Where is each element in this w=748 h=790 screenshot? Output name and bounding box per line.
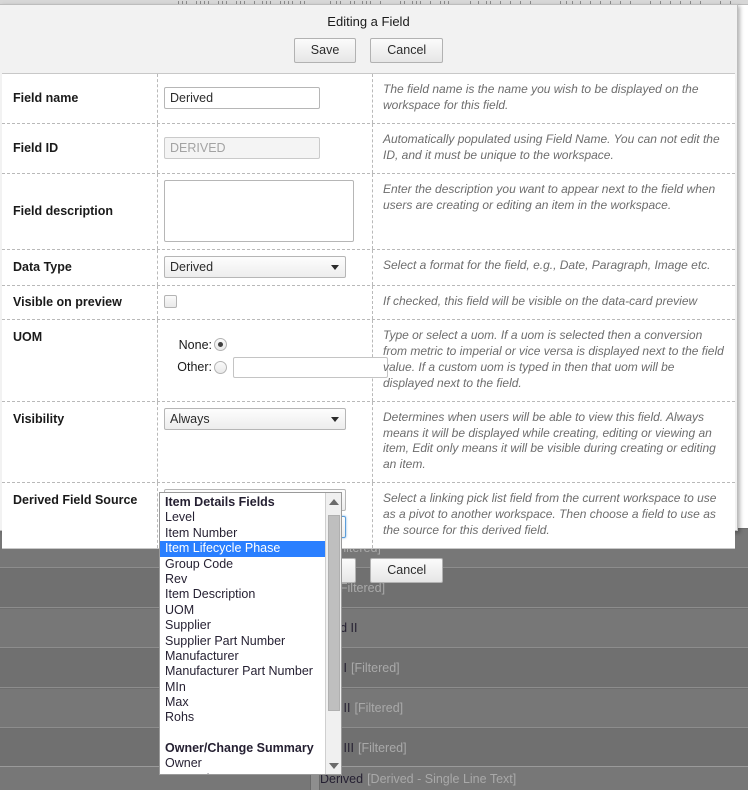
editing-a-field-dialog: Editing a Field Save Cancel Field name T… [0, 4, 738, 584]
data-type-select-wrapper: Derived [164, 255, 346, 278]
input-cell-visible-on-preview [158, 285, 373, 319]
dropdown-option[interactable]: Group Code [160, 557, 326, 572]
uom-none-radio[interactable] [214, 338, 227, 352]
row-derived-field-source: Derived Field Source Picklist Derived It… [2, 483, 735, 549]
derived-source-dropdown-popup[interactable]: Item Details Fields Level Item Number Item … [159, 492, 342, 775]
input-cell-data-type: Derived [158, 249, 373, 285]
dropdown-option[interactable]: Level [160, 510, 326, 525]
row-visibility: Visibility Always Determines when users … [2, 401, 735, 484]
scroll-up-arrow-icon[interactable] [326, 493, 341, 510]
input-cell-uom: None: Other: [158, 319, 388, 401]
field-id-input [164, 136, 320, 159]
dialog-title: Editing a Field [327, 14, 410, 29]
uom-other-line: Other: [164, 356, 388, 378]
uom-radio-group: None: Other: [164, 338, 388, 383]
save-button-top[interactable]: Save [293, 38, 357, 63]
background-row-meta: [Filtered] [354, 701, 404, 715]
uom-other-radio[interactable] [214, 360, 227, 374]
row-field-description: Field description Enter the description … [2, 173, 735, 250]
dropdown-option[interactable]: Supplier [160, 618, 326, 633]
background-list-row[interactable]: red II[Filtered] [0, 688, 748, 728]
input-cell-visibility: Always [158, 401, 373, 483]
dropdown-option[interactable]: Owner [160, 756, 326, 771]
help-field-description: Enter the description you want to appear… [383, 181, 716, 212]
dropdown-option-list[interactable]: Item Details Fields Level Item Number Item … [160, 493, 326, 774]
dialog-actions-top: Save Cancel [0, 29, 737, 73]
dropdown-option[interactable]: Manufacturer Part Number [160, 664, 326, 679]
visible-on-preview-checkbox[interactable] [164, 295, 177, 309]
dropdown-group-header: Owner/Change Summary [165, 740, 314, 755]
help-derived-field-source: Select a linking pick list field from th… [383, 491, 717, 538]
background-list-row[interactable]: ered II [0, 608, 748, 648]
background-list-row[interactable]: red I[Filtered] [0, 648, 748, 688]
background-row-meta: [Filtered] [351, 661, 400, 675]
help-uom: Type or select a uom. If a uom is select… [383, 327, 724, 390]
label-derived-field-source: Derived Field Source [2, 483, 158, 549]
uom-other-input[interactable] [233, 356, 388, 378]
label-field-id: Field ID [2, 123, 158, 173]
triangle-up-icon [329, 498, 339, 505]
background-row-meta: [Filtered] [357, 741, 407, 755]
label-data-type: Data Type [2, 249, 158, 285]
field-settings-table: Field name The field name is the name yo… [2, 73, 735, 550]
label-uom: UOM [2, 319, 158, 401]
dropdown-option[interactable]: Created on [160, 772, 326, 774]
dropdown-option[interactable]: Max [160, 695, 326, 710]
uom-none-label: None: [178, 337, 212, 352]
background-list-row[interactable]: red III[Filtered] [0, 728, 748, 766]
dropdown-group-header: Item Details Fields [165, 495, 275, 509]
uom-none-line: None: [164, 338, 388, 352]
help-field-id: Automatically populated using Field Name… [383, 131, 720, 162]
dropdown-scrollbar[interactable] [325, 493, 341, 774]
cancel-button-bottom[interactable]: Cancel [370, 558, 444, 584]
visibility-select[interactable]: Always [164, 407, 346, 430]
background-last-row[interactable]: Derived [Derived - Single Line Text] [0, 766, 748, 790]
dropdown-option[interactable]: Rohs [160, 710, 326, 725]
field-description-textarea[interactable] [164, 179, 354, 242]
input-cell-field-name [158, 74, 373, 123]
data-type-select[interactable]: Derived [164, 255, 346, 278]
dropdown-option[interactable]: UOM [160, 603, 326, 618]
dropdown-option[interactable]: Supplier Part Number [160, 634, 326, 649]
help-data-type: Select a format for the field, e.g., Dat… [383, 257, 711, 272]
dropdown-scrollbar-thumb[interactable] [328, 515, 340, 711]
help-field-name: The field name is the name you wish to b… [383, 82, 699, 112]
field-name-input[interactable] [164, 86, 320, 109]
dropdown-option[interactable]: Item Description [160, 587, 326, 602]
cancel-button-top[interactable]: Cancel [370, 38, 444, 63]
row-field-id: Field ID Automatically populated using F… [2, 123, 735, 174]
dropdown-option[interactable]: Rev [160, 572, 326, 587]
dropdown-option[interactable]: MIn [160, 680, 326, 695]
label-field-description: Field description [2, 173, 158, 249]
input-cell-field-id [158, 123, 373, 173]
help-visible-on-preview: If checked, this field will be visible o… [383, 293, 698, 308]
help-visibility: Determines when users will be able to vi… [383, 409, 716, 472]
dropdown-option[interactable]: Item Lifecycle Phase [160, 541, 326, 557]
row-visible-on-preview: Visible on preview If checked, this fiel… [2, 285, 735, 320]
page-root: y[Filtered]M[Filtered]ered IIred I[Filte… [0, 0, 748, 790]
dropdown-spacer [160, 726, 326, 741]
dropdown-option[interactable]: Manufacturer [160, 649, 326, 664]
dialog-actions-bottom: Save Cancel [0, 549, 737, 584]
background-row-meta: [Derived - Single Line Text] [367, 771, 517, 786]
label-field-name: Field name [2, 74, 158, 123]
scroll-down-arrow-icon[interactable] [326, 757, 341, 774]
label-visibility: Visibility [2, 401, 158, 483]
input-cell-field-description [158, 173, 373, 249]
label-visible-on-preview: Visible on preview [2, 285, 158, 319]
row-data-type: Data Type Derived Select a format for th… [2, 249, 735, 286]
row-uom: UOM None: Other: Type or select a uom. I… [2, 319, 735, 402]
row-field-name: Field name The field name is the name yo… [2, 74, 735, 124]
dropdown-option[interactable]: Item Number [160, 526, 326, 541]
triangle-down-icon [329, 762, 339, 769]
visibility-select-wrapper: Always [164, 407, 346, 430]
uom-other-label: Other: [177, 360, 212, 375]
